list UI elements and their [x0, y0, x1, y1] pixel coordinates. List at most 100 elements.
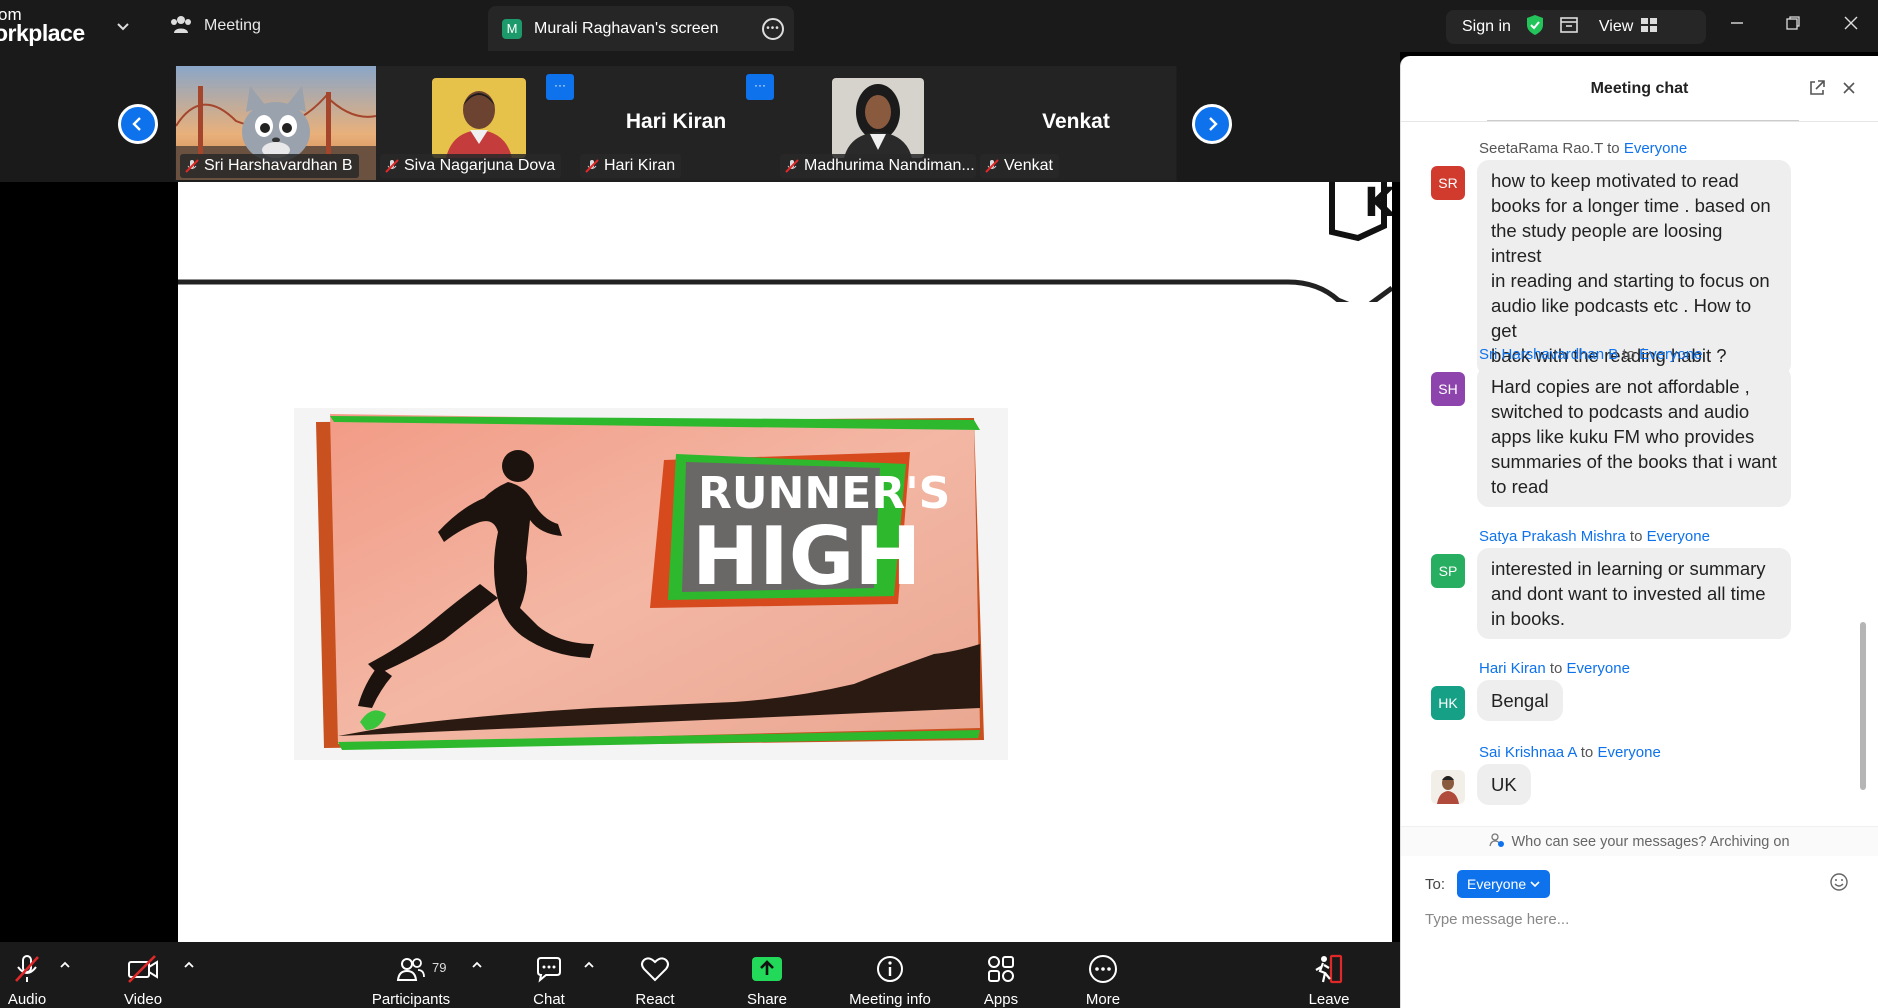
recipient-dropdown-value: Everyone — [1467, 876, 1527, 892]
more-icon — [1086, 952, 1120, 985]
participants-options-caret-icon[interactable] — [470, 958, 486, 974]
leave-button[interactable]: Leave — [1306, 942, 1352, 1008]
participant-tile[interactable]: Venkat Venkat — [976, 66, 1176, 180]
leave-label: Leave — [1308, 991, 1350, 1008]
recipient-name: Everyone — [1597, 744, 1661, 761]
react-button[interactable]: React — [632, 942, 678, 1008]
share-screen-icon — [750, 952, 784, 985]
meeting-toolbar: Audio Video Participants 79 Chat React S… — [0, 942, 1400, 1008]
video-off-icon — [126, 952, 160, 985]
meeting-info-button[interactable]: Meeting info — [840, 942, 940, 1008]
to-word: to — [1629, 528, 1643, 545]
participant-tile[interactable]: ··· Siva Nagarjuna Dova — [376, 66, 576, 180]
message-line: in books. — [1491, 608, 1566, 629]
strip-prev-button[interactable] — [118, 104, 158, 144]
apps-button[interactable]: Apps — [978, 942, 1024, 1008]
message-line: apps like kuku FM who provides — [1491, 426, 1755, 447]
participants-button[interactable]: Participants — [366, 942, 456, 1008]
chevron-right-icon — [1209, 117, 1218, 131]
view-button[interactable]: View — [1599, 17, 1658, 37]
message-input[interactable] — [1425, 904, 1845, 934]
chevron-down-icon[interactable] — [113, 16, 133, 36]
participant-name: Siva Nagarjuna Dova — [404, 157, 556, 174]
message-sender-line: Sri Harshavardhan B to Everyone — [1479, 346, 1702, 363]
tab-shared-screen[interactable]: M Murali Raghavan's screen ••• — [488, 6, 794, 51]
message-sender-line: Satya Prakash Mishra to Everyone — [1479, 528, 1710, 545]
leave-icon — [1312, 952, 1346, 985]
participants-count: 79 — [432, 960, 447, 975]
tab-shared-screen-label: Murali Raghavan's screen — [534, 19, 719, 37]
tab-meeting[interactable]: Meeting — [170, 8, 261, 44]
apps-label: Apps — [983, 991, 1019, 1008]
audio-button[interactable]: Audio — [4, 942, 50, 1008]
react-label: React — [635, 991, 675, 1008]
chat-scrollbar[interactable] — [1860, 622, 1866, 790]
share-button[interactable]: Share — [744, 942, 790, 1008]
svg-text:K: K — [1364, 182, 1392, 226]
recipient-dropdown[interactable]: Everyone — [1457, 870, 1551, 898]
pop-out-icon[interactable] — [1807, 78, 1829, 100]
message-bubble[interactable]: UK — [1477, 764, 1531, 805]
participant-more-button[interactable]: ··· — [746, 74, 774, 100]
top-right-controls: Sign in View — [1446, 10, 1706, 44]
shared-screen: K RUNNER'S HIGH — [178, 182, 1392, 942]
recipient-name: Everyone — [1623, 140, 1688, 157]
participant-name: Madhurima Nandiman... — [804, 157, 975, 174]
slide-decoration: K — [178, 182, 1392, 302]
recipient-name: Everyone — [1566, 660, 1630, 677]
message-line: Hard copies are not affordable , — [1491, 376, 1750, 397]
person-lock-icon — [1489, 832, 1505, 852]
emoji-icon[interactable] — [1829, 872, 1851, 894]
recipient-name: Everyone — [1639, 346, 1703, 363]
message-bubble[interactable]: Hard copies are not affordable , switche… — [1477, 366, 1791, 507]
close-window-icon[interactable] — [1840, 12, 1862, 34]
participants-label: Participants — [371, 991, 451, 1008]
recipient-name: Everyone — [1646, 528, 1710, 545]
chat-header: Meeting chat — [1401, 56, 1878, 122]
heart-icon — [638, 952, 672, 985]
participant-name-label: Sri Harshavardhan B — [180, 154, 359, 178]
chat-label: Chat — [533, 991, 565, 1008]
chat-button[interactable]: Chat — [526, 942, 572, 1008]
more-options-icon[interactable]: ••• — [762, 18, 784, 40]
strip-next-button[interactable] — [1192, 104, 1232, 144]
participant-display-name: Hari Kiran — [625, 110, 727, 133]
participant-name: Venkat — [1004, 157, 1053, 174]
archiving-notice[interactable]: Who can see your messages? Archiving on — [1401, 826, 1878, 856]
archive-icon[interactable] — [1559, 15, 1579, 40]
to-word: to — [1622, 346, 1635, 363]
avatar — [1431, 770, 1465, 804]
to-word: to — [1580, 744, 1594, 761]
close-icon[interactable] — [1839, 78, 1861, 100]
message-bubble[interactable]: interested in learning or summary and do… — [1477, 548, 1791, 639]
muted-mic-icon — [784, 158, 800, 174]
chat-options-caret-icon[interactable] — [582, 958, 598, 974]
audio-label: Audio — [7, 991, 47, 1008]
more-button[interactable]: More — [1080, 942, 1126, 1008]
participant-more-button[interactable]: ··· — [546, 74, 574, 100]
message-bubble[interactable]: how to keep motivated to read books for … — [1477, 160, 1791, 376]
participant-name-label: Siva Nagarjuna Dova — [380, 154, 562, 178]
participant-name-label: Hari Kiran — [580, 154, 682, 178]
chat-divider — [1487, 120, 1799, 121]
message-line: switched to podcasts and audio — [1491, 401, 1750, 422]
avatar: SR — [1431, 166, 1465, 200]
security-shield-icon[interactable] — [1525, 14, 1545, 41]
info-icon — [873, 952, 907, 985]
restore-icon[interactable] — [1782, 12, 1804, 34]
participant-tile[interactable]: Hari Kiran ··· Hari Kiran — [576, 66, 776, 180]
muted-mic-icon — [984, 158, 1000, 174]
apps-icon — [984, 952, 1018, 985]
participant-tile[interactable]: Madhurima Nandiman... — [776, 66, 976, 180]
participant-name-label: Madhurima Nandiman... — [780, 154, 976, 178]
video-button[interactable]: Video — [120, 942, 166, 1008]
audio-options-caret-icon[interactable] — [58, 958, 74, 974]
message-bubble[interactable]: Bengal — [1477, 680, 1563, 721]
zoom-workplace-logo: om orkplace — [0, 4, 90, 48]
slide-image-runners-high: RUNNER'S HIGH — [294, 408, 1008, 760]
sign-in-button[interactable]: Sign in — [1462, 18, 1511, 36]
minimize-icon[interactable] — [1726, 12, 1748, 34]
video-options-caret-icon[interactable] — [182, 958, 198, 974]
participant-tile[interactable]: Sri Harshavardhan B — [176, 66, 376, 180]
message-line: to read — [1491, 476, 1549, 497]
